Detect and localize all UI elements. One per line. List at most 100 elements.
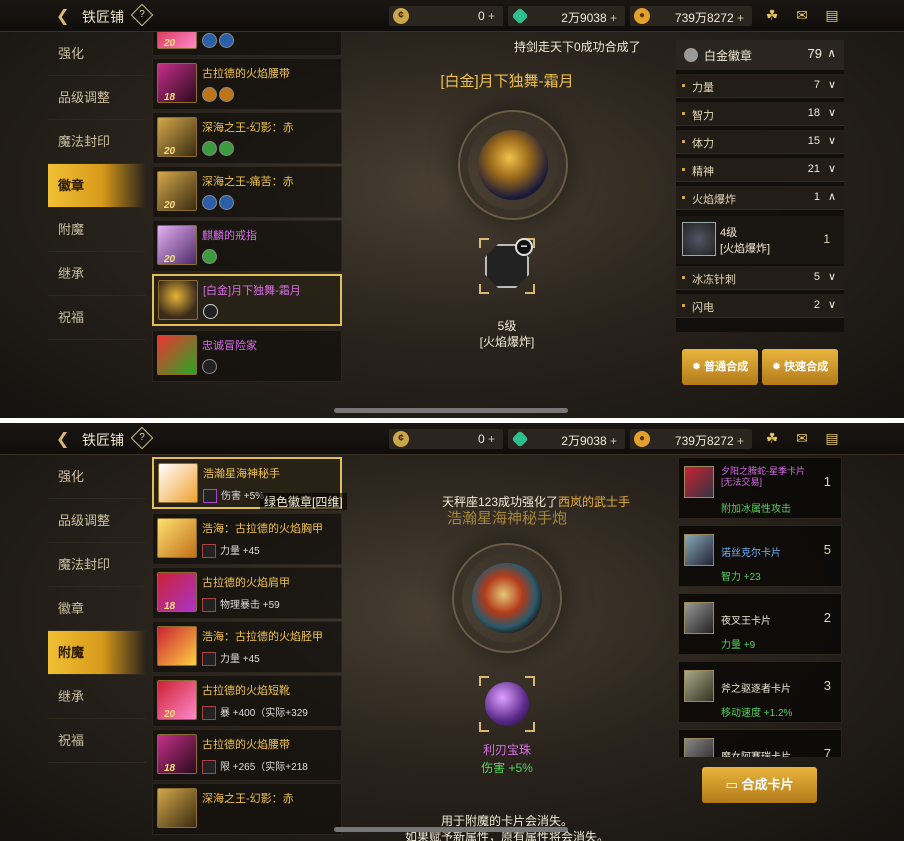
chat-icon[interactable]: ▤ (822, 5, 842, 25)
sidebar: 强化 品级调整 魔法封印 徽章 附魔 继承 祝福 (48, 32, 148, 418)
chat-icon[interactable]: ▤ (822, 428, 842, 448)
add-currency-button[interactable]: + (610, 434, 617, 448)
c-coin-icon: ¢ (393, 8, 409, 24)
sidebar-item-enchant[interactable]: 附魔 (48, 631, 146, 675)
item-image (472, 563, 542, 633)
add-currency-button[interactable]: + (737, 11, 744, 25)
help-icon[interactable]: ? (130, 426, 154, 450)
add-currency-button[interactable]: + (737, 434, 744, 448)
card-icon (684, 534, 714, 566)
list-item[interactable]: 20 深海之王-痛苦：赤 (152, 166, 342, 218)
normal-synthesis-button[interactable]: ✹ 普通合成 (682, 349, 758, 385)
card-icon (684, 602, 714, 634)
card-stat: 伤害 +5% (481, 761, 533, 775)
gem-icon (511, 430, 529, 448)
add-currency-button[interactable]: + (488, 432, 495, 446)
sidebar-item-enhance[interactable]: 强化 (48, 455, 146, 499)
list-item[interactable]: 忠诚冒险家 (152, 330, 342, 382)
mail-icon[interactable]: ✉ (792, 428, 812, 448)
center-area: 持剑走天下0成功合成了 [白金]月下独舞-霜月 − 5级 [火焰爆炸] (342, 32, 672, 418)
sidebar-item-emblem[interactable]: 徽章 (48, 587, 146, 631)
item-stat: 力量 +45 (202, 650, 260, 667)
back-arrow-icon[interactable]: ❮ (56, 6, 69, 26)
emblem-screen: ❮ 铁匠铺 ? ¢ 0 + 2万9038 + ● 739万8272 + ☘ ✉ … (0, 0, 904, 418)
home-indicator (334, 408, 568, 413)
item-thumbnail: 20 (157, 225, 197, 265)
item-thumbnail (157, 335, 197, 375)
list-item-selected[interactable]: [白金]月下独舞-霜月 (152, 274, 342, 326)
remove-icon[interactable]: − (515, 238, 533, 256)
card-item[interactable]: 魔女阿赛瑞卡片 7 (678, 729, 842, 757)
currency-gold: ● 739万8272 + (630, 429, 752, 449)
collapse-icon[interactable]: ∧ (827, 46, 836, 60)
attribute-row[interactable]: 体力 15 ∨ (676, 130, 844, 154)
list-item[interactable]: 20 (152, 32, 342, 56)
sidebar-item-enhance[interactable]: 强化 (48, 32, 146, 76)
item-slot[interactable] (454, 545, 560, 651)
attribute-row[interactable]: 智力 18 ∨ (676, 102, 844, 126)
attribute-row[interactable]: 精神 21 ∨ (676, 158, 844, 182)
item-slot[interactable] (460, 112, 566, 218)
list-item[interactable]: 20 古拉德的火焰短靴 暴 +400（实际+329 (152, 675, 342, 727)
item-thumbnail (157, 518, 197, 558)
card-slot[interactable] (479, 676, 535, 732)
card-item[interactable]: 夕阳之腾蛇-星季卡片[无法交易] 附加冰属性攻击 1 (678, 457, 842, 519)
list-item[interactable]: 深海之王-幻影：赤 (152, 783, 342, 835)
sidebar-item-seal[interactable]: 魔法封印 (48, 543, 146, 587)
list-item[interactable]: 20 麒麟的戒指 (152, 220, 342, 272)
attribute-row[interactable]: 闪电 2 ∨ (676, 294, 844, 318)
item-stat: 力量 +45 (202, 542, 260, 559)
attribute-sub-item[interactable]: 4级 [火焰爆炸] 1 (676, 216, 844, 264)
add-currency-button[interactable]: + (610, 11, 617, 25)
back-arrow-icon[interactable]: ❮ (56, 429, 69, 449)
list-item[interactable]: 18 古拉德的火焰腰带 限 +265（实际+218 (152, 729, 342, 781)
broadcast-notice: 持剑走天下0成功合成了 (514, 40, 641, 54)
card-item[interactable]: 夜叉王卡片 力量 +9 2 (678, 593, 842, 655)
synthesize-card-button[interactable]: ▭ 合成卡片 (702, 767, 817, 803)
sidebar-item-bless[interactable]: 祝福 (48, 719, 146, 763)
sidebar-item-grade[interactable]: 品级调整 (48, 499, 146, 543)
item-stat: 暴 +400（实际+329 (202, 704, 308, 721)
list-item[interactable]: 18 古拉德的火焰腰带 (152, 58, 342, 110)
list-item[interactable]: 浩海：古拉德的火焰胸甲 力量 +45 (152, 513, 342, 565)
sidebar-item-emblem[interactable]: 徽章 (48, 164, 146, 208)
item-name: 浩瀚星海神秘手 (203, 468, 280, 480)
emblem-slot[interactable]: − (479, 238, 535, 294)
chest-icon[interactable]: ☘ (762, 5, 782, 25)
home-indicator (334, 827, 568, 832)
item-thumbnail: 20 (157, 171, 197, 211)
add-currency-button[interactable]: + (488, 9, 495, 23)
card-item[interactable]: 诺丝克尔卡片 智力 +23 5 (678, 525, 842, 587)
sidebar-item-enchant[interactable]: 附魔 (48, 208, 146, 252)
list-item[interactable]: 18 古拉德的火焰肩甲 物理暴击 +59 (152, 567, 342, 619)
sidebar-item-bless[interactable]: 祝福 (48, 296, 146, 340)
quick-synthesis-button[interactable]: ✹ 快速合成 (762, 349, 838, 385)
card-icon: ▭ (725, 777, 742, 792)
item-thumbnail: 20 (157, 117, 197, 157)
attribute-row[interactable]: 冰冻针刺 5 ∨ (676, 266, 844, 290)
item-image (478, 130, 548, 200)
attribute-row[interactable]: 力量 7 ∨ (676, 74, 844, 98)
list-item[interactable]: 20 深海之王-幻影：赤 (152, 112, 342, 164)
sidebar-item-grade[interactable]: 品级调整 (48, 76, 146, 120)
currency-value: 0 (477, 432, 485, 446)
sidebar-item-seal[interactable]: 魔法封印 (48, 120, 146, 164)
emblem-name: [火焰爆炸] (479, 335, 535, 349)
attribute-row-expanded[interactable]: 火焰爆炸 1 ∧ (676, 186, 844, 210)
top-bar: ❮ 铁匠铺 ? ¢ 0 + 2万9038 + ● 739万8272 + ☘ ✉ … (0, 423, 904, 455)
item-name: 浩海：古拉德的火焰胸甲 (202, 523, 323, 535)
card-item[interactable]: 斧之驱逐者卡片 移动速度 +1.2% 3 (678, 661, 842, 723)
c-coin-icon: ¢ (393, 431, 409, 447)
attribute-header[interactable]: 白金徽章 79 ∧ (676, 40, 844, 70)
mail-icon[interactable]: ✉ (792, 5, 812, 25)
help-icon[interactable]: ? (130, 3, 154, 27)
sidebar-item-inherit[interactable]: 继承 (48, 252, 146, 296)
currency-gold: ● 739万8272 + (630, 6, 752, 26)
page-title: 铁匠铺 (82, 9, 124, 25)
chest-icon[interactable]: ☘ (762, 428, 782, 448)
item-stat: 伤害 +5% (203, 487, 264, 504)
item-name: 深海之王-痛苦：赤 (202, 176, 294, 188)
sidebar-item-inherit[interactable]: 继承 (48, 675, 146, 719)
list-item[interactable]: 浩海：古拉德的火焰胫甲 力量 +45 (152, 621, 342, 673)
currency-value: 739万8272 (674, 434, 734, 448)
